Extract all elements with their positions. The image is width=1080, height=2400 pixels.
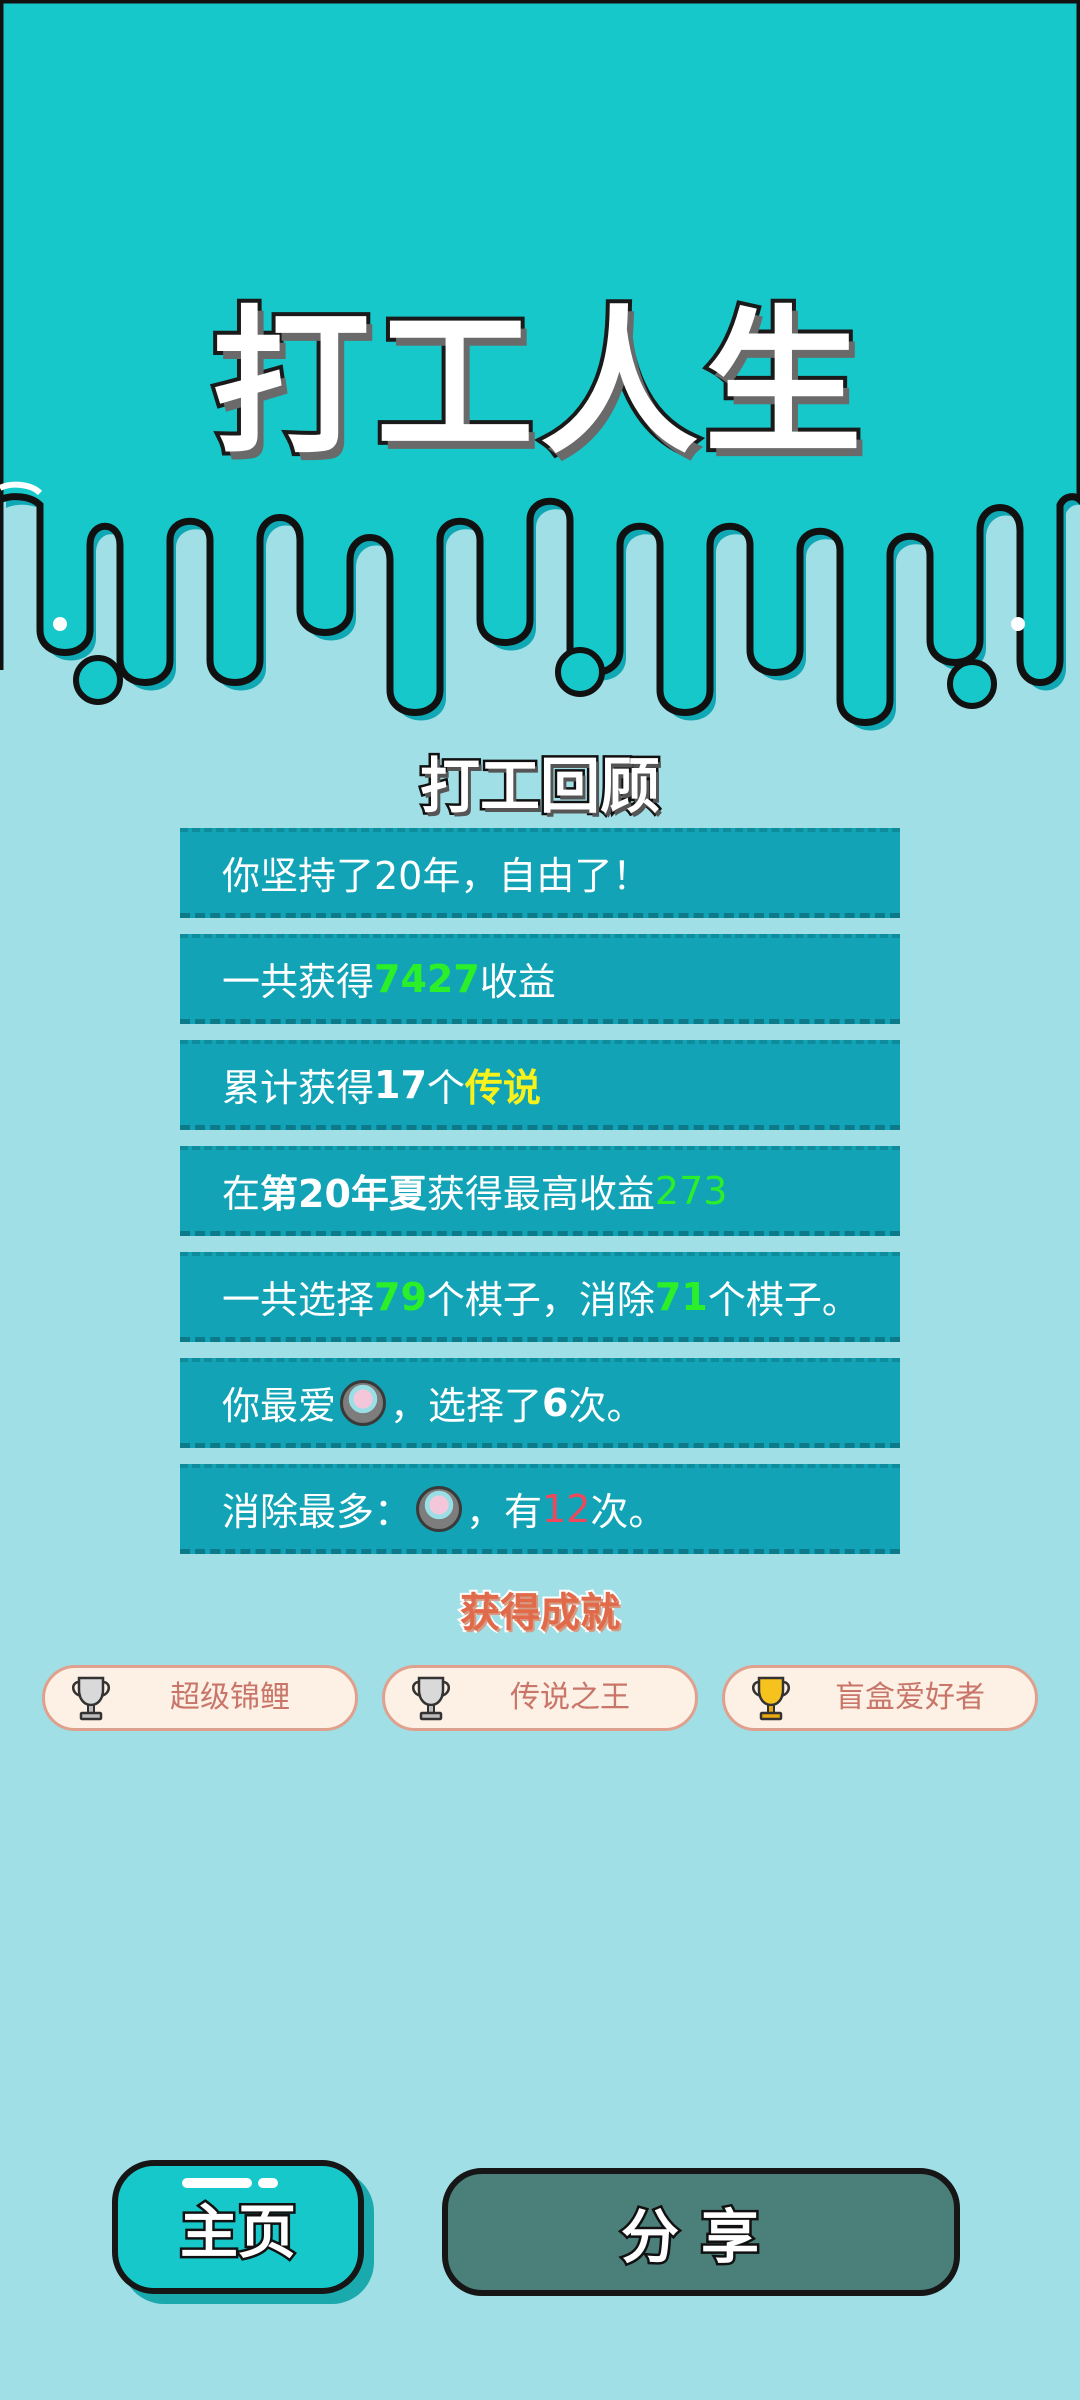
review-text: 累计获得 — [222, 1066, 375, 1110]
blind-box-icon — [416, 1485, 463, 1532]
button-shine — [182, 2178, 252, 2188]
review-text: 次。 — [568, 1384, 645, 1428]
trophy-gold-icon — [752, 1676, 790, 1721]
achievement-badge[interactable]: 传说之王 — [382, 1665, 698, 1731]
best-income-value: 273 — [654, 1168, 728, 1213]
button-shine — [258, 2178, 278, 2188]
review-row-legends: 累计获得 17 个传说 — [180, 1040, 900, 1130]
home-button[interactable]: 主页 — [112, 2160, 364, 2294]
review-row-favorite: 你最爱 ，选择了 6 次。 — [180, 1358, 900, 1448]
review-row-pieces: 一共选择 79 个棋子，消除 71 个棋子。 — [180, 1252, 900, 1342]
review-section-title: 打工回顾 — [418, 750, 663, 825]
trophy-silver-icon — [72, 1676, 110, 1721]
achievements-title: 获得成就 — [458, 1588, 622, 1638]
achievement-badge[interactable]: 盲盒爱好者 — [722, 1665, 1038, 1731]
income-value: 7427 — [374, 956, 480, 1001]
review-row-best-season: 在 第20年夏 获得最高收益 273 — [180, 1146, 900, 1236]
review-text: 在 — [222, 1172, 261, 1216]
eliminated-most-count: 12 — [542, 1486, 591, 1531]
legend-count: 17 — [374, 1062, 427, 1107]
review-text: 消除最多： — [222, 1490, 413, 1534]
best-season: 第20年夏 — [260, 1172, 427, 1216]
review-text: 你最爱 — [222, 1384, 337, 1428]
achievement-label: 超级锦鲤 — [170, 1680, 290, 1715]
eliminated-count: 71 — [654, 1274, 708, 1319]
review-text: 个 — [426, 1066, 465, 1110]
game-title: 打工人生 — [208, 288, 868, 480]
achievement-label: 盲盒爱好者 — [835, 1680, 985, 1715]
review-text: 次。 — [590, 1490, 667, 1534]
review-text: 收益 — [479, 960, 556, 1004]
selected-count: 79 — [374, 1274, 427, 1319]
achievement-label: 传说之王 — [510, 1680, 630, 1715]
review-text: 一共获得 — [222, 960, 375, 1004]
review-text: 一共选择 — [222, 1278, 375, 1322]
favorite-count: 6 — [542, 1380, 569, 1425]
achievement-badge[interactable]: 超级锦鲤 — [42, 1665, 358, 1731]
review-text: 获得最高收益 — [426, 1172, 655, 1216]
review-row-most-eliminated: 消除最多： ，有 12 次。 — [180, 1464, 900, 1554]
home-button-label: 主页 — [177, 2196, 298, 2269]
review-row-years: 你坚持了20年，自由了！ — [180, 828, 900, 918]
review-text: 个棋子。 — [707, 1278, 860, 1322]
header-banner: 打工人生 — [0, 0, 1080, 740]
share-button-label: 分享 — [618, 2201, 781, 2274]
review-text: ，有 — [466, 1490, 543, 1534]
trophy-silver-icon — [412, 1676, 450, 1721]
review-text: 你坚持了20年，自由了！ — [222, 854, 651, 898]
review-text: ，选择了 — [390, 1384, 543, 1428]
review-text: 个棋子，消除 — [426, 1278, 655, 1322]
blind-box-icon — [340, 1379, 387, 1426]
share-button[interactable]: 分享 — [442, 2168, 960, 2296]
review-row-total-income: 一共获得 7427 收益 — [180, 934, 900, 1024]
legend-label: 传说 — [464, 1066, 541, 1110]
